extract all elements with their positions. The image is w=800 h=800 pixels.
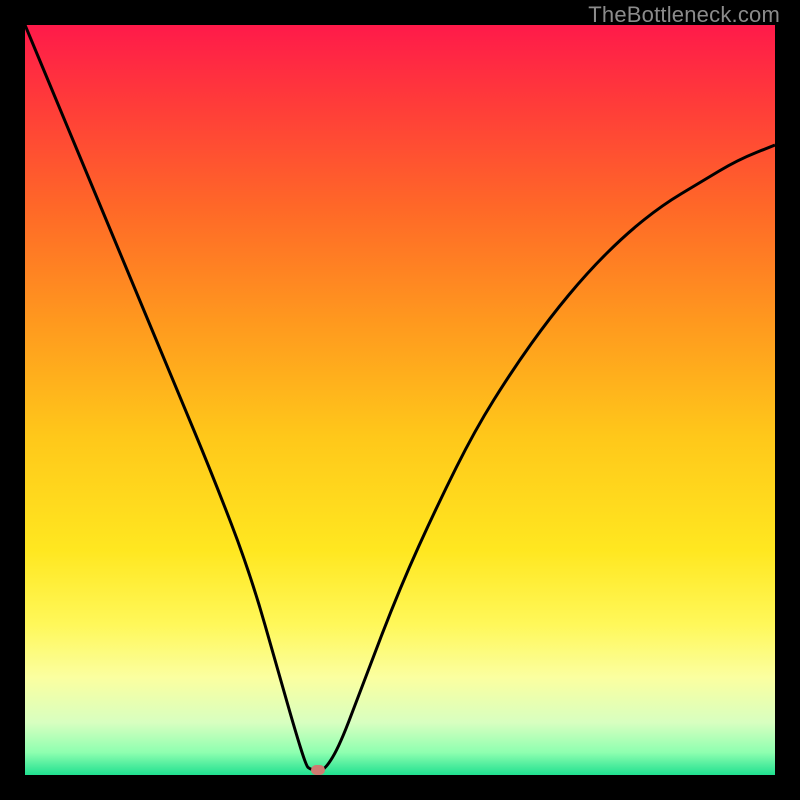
chart-frame: TheBottleneck.com: [0, 0, 800, 800]
chart-svg: [25, 25, 775, 775]
plot-area: [25, 25, 775, 775]
gradient-background: [25, 25, 775, 775]
optimum-marker: [311, 765, 325, 775]
